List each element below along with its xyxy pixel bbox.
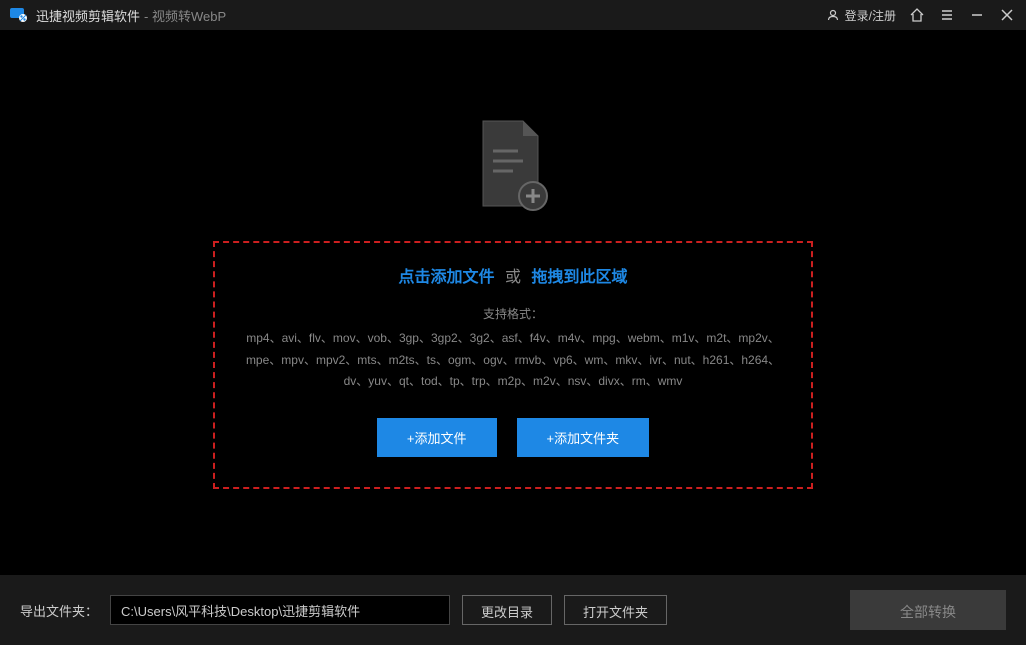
add-buttons-row: +添加文件 +添加文件夹: [245, 418, 781, 457]
app-logo-icon: [10, 6, 28, 24]
open-folder-button[interactable]: 打开文件夹: [564, 595, 667, 625]
close-icon: [1000, 8, 1014, 22]
home-icon: [909, 7, 925, 23]
document-add-icon: [473, 116, 553, 216]
click-add-text[interactable]: 点击添加文件: [399, 269, 495, 286]
login-text: 登录/注册: [845, 7, 896, 24]
user-icon: [826, 8, 840, 22]
dropzone-instruction: 点击添加文件 或 拖拽到此区域: [245, 263, 781, 287]
close-button[interactable]: [998, 6, 1016, 24]
menu-button[interactable]: [938, 6, 956, 24]
add-file-button[interactable]: +添加文件: [377, 418, 497, 457]
add-folder-button[interactable]: +添加文件夹: [517, 418, 650, 457]
support-formats-label: 支持格式：: [245, 305, 781, 322]
convert-all-button[interactable]: 全部转换: [850, 590, 1006, 630]
minimize-icon: [970, 8, 984, 22]
page-subtitle: - 视频转WebP: [144, 6, 226, 25]
file-icon-container: [473, 116, 553, 221]
footer-bar: 导出文件夹： 更改目录 打开文件夹 全部转换: [0, 575, 1026, 645]
menu-icon: [940, 8, 954, 22]
dropzone-box[interactable]: 点击添加文件 或 拖拽到此区域 支持格式： mp4、avi、flv、mov、vo…: [213, 241, 813, 489]
supported-formats-list: mp4、avi、flv、mov、vob、3gp、3gp2、3g2、asf、f4v…: [245, 328, 781, 393]
titlebar: 迅捷视频剪辑软件 - 视频转WebP 登录/注册: [0, 0, 1026, 30]
output-path-input[interactable]: [110, 595, 450, 625]
minimize-button[interactable]: [968, 6, 986, 24]
login-register-link[interactable]: 登录/注册: [826, 7, 896, 24]
main-dropzone-area[interactable]: 点击添加文件 或 拖拽到此区域 支持格式： mp4、avi、flv、mov、vo…: [0, 30, 1026, 575]
app-title: 迅捷视频剪辑软件: [36, 6, 140, 25]
home-button[interactable]: [908, 6, 926, 24]
output-folder-label: 导出文件夹：: [20, 601, 98, 620]
or-text: 或: [505, 269, 521, 286]
change-directory-button[interactable]: 更改目录: [462, 595, 552, 625]
drag-text: 拖拽到此区域: [531, 269, 627, 286]
